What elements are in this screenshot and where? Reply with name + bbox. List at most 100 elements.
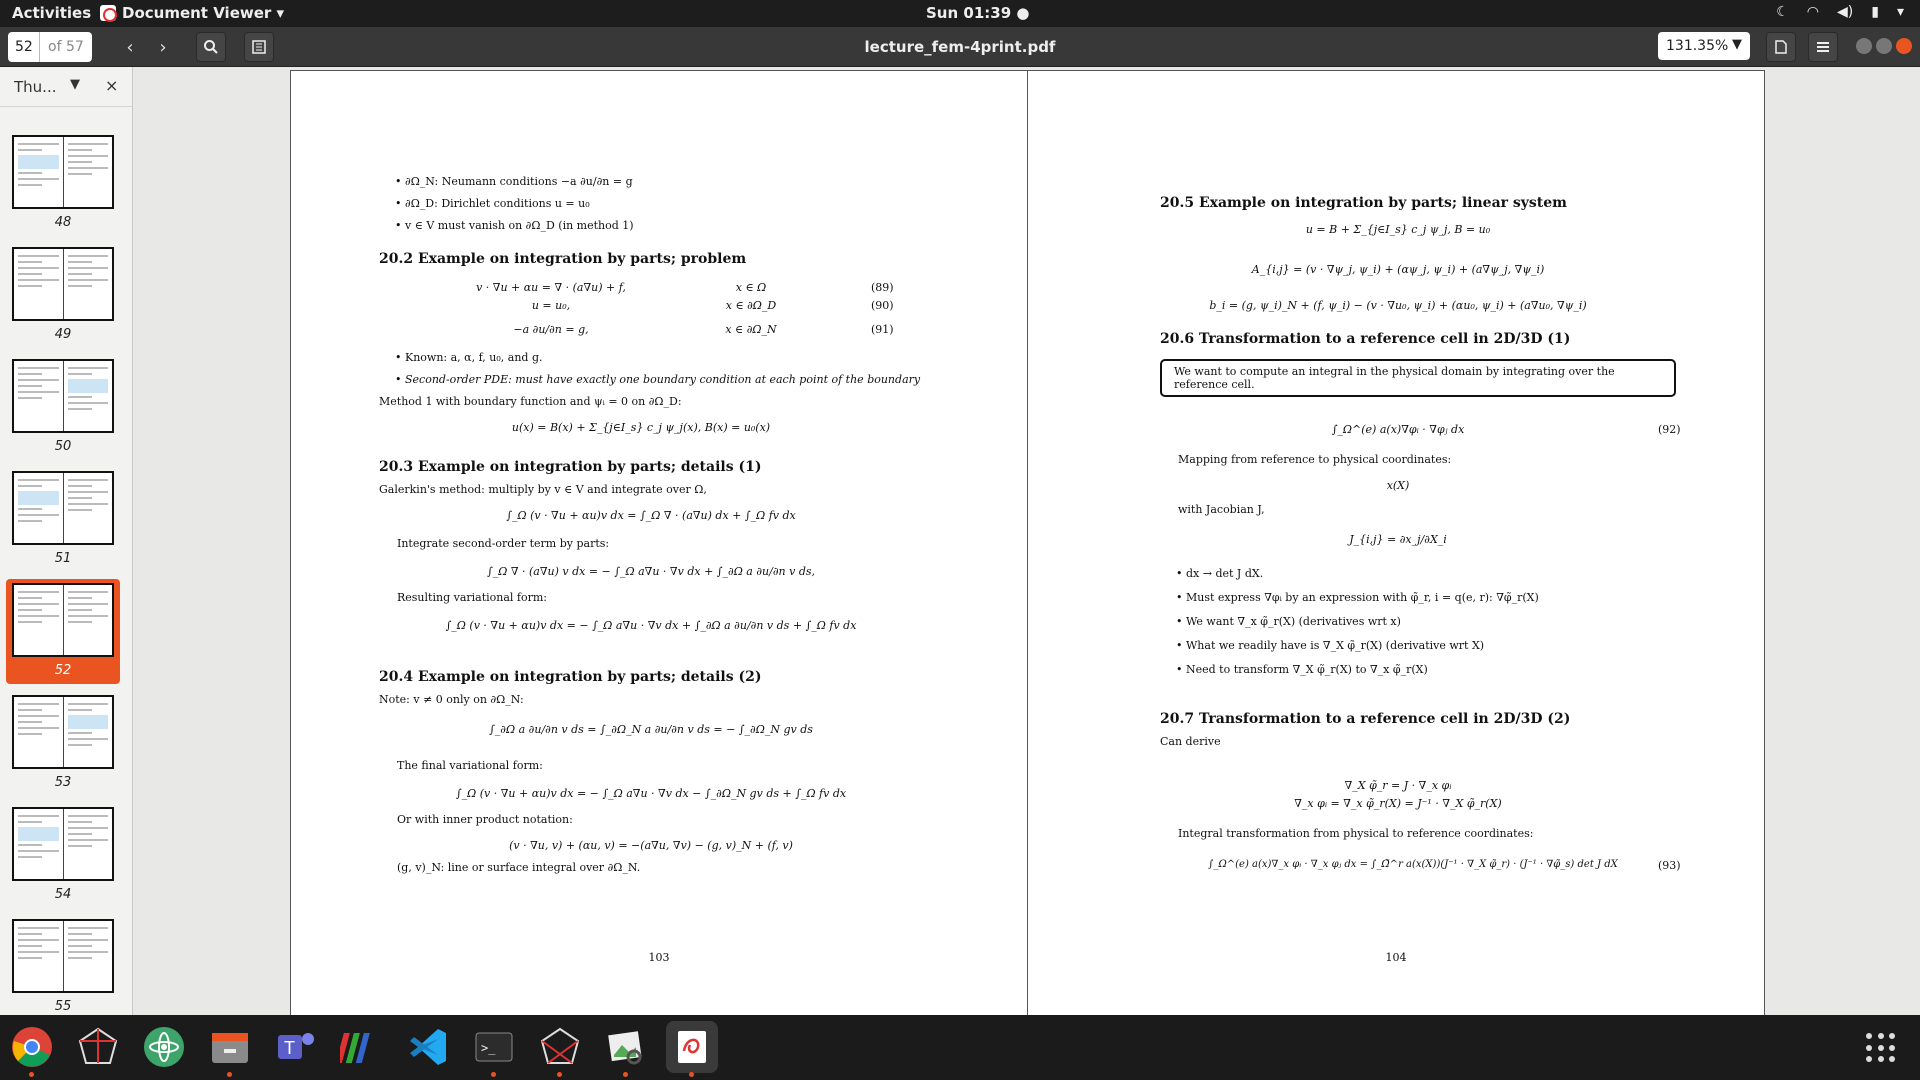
thumbnail-page-half [64,585,113,655]
thumbnail-page-52[interactable]: 52 [6,579,120,684]
sidebar-toggle-button[interactable] [244,32,274,62]
zoom-value: 131.35% [1666,38,1729,54]
sidebar-icon [252,40,266,54]
network-app-icon [78,1027,118,1064]
page-number-input[interactable]: 52 [8,32,40,62]
hamburger-menu-icon [1817,42,1829,52]
system-top-bar: Activities Document Viewer ▾ Sun 01:39 ●… [0,0,1920,27]
thumbnail-page-half [14,921,64,991]
menu-button[interactable] [1808,32,1838,62]
bullet-dx: dx → det J dX. [1176,567,1263,580]
variational-form-text: Resulting variational form: [397,591,548,604]
minimize-button[interactable] [1856,38,1872,54]
thumbnail-label: 54 [54,887,72,902]
inner-product-text: Or with inner product notation: [397,813,573,826]
equation-91-number: (91) [871,323,894,336]
running-indicator [623,1072,628,1077]
thumbnail-page-half [14,249,64,319]
pdf-page-103: ∂Ω_N: Neumann conditions −a ∂u/∂n = g ∂Ω… [290,70,1028,1015]
equation-93-number: (93) [1658,859,1681,872]
thumbnail-page-half [14,361,64,431]
thumbnail-page-55[interactable]: 55 [6,915,120,1015]
books-launcher[interactable] [336,1021,388,1073]
clock[interactable]: Sun 01:39 ● [926,4,1029,22]
thumbnail-sidebar: Thu... ▼ × 48 49 50 51 52 53 54 55 [0,67,133,1015]
running-indicator [29,1072,34,1077]
network-app-2-icon [540,1027,580,1064]
page-selector[interactable]: 52 of 57 [8,32,92,62]
atom-launcher[interactable] [138,1021,190,1073]
close-button[interactable] [1896,38,1912,54]
thumbnail-label: 49 [54,327,72,342]
equation-variational-form: ∫_Ω (v · ∇u + αu)v dx = − ∫_Ω a∇u · ∇v d… [445,619,857,632]
thumbnail-preview [12,471,114,545]
running-indicator [227,1072,232,1077]
app-menu[interactable]: Document Viewer ▾ [100,4,284,22]
image-viewer-launcher[interactable] [600,1021,652,1077]
thumbnail-label: 53 [54,775,72,790]
pdf-page-104: 20.5 Example on integration by parts; li… [1027,70,1765,1015]
bullet-we-want: We want ∇_x φ̃_r(X) (derivatives wrt x) [1176,615,1401,628]
thumbnail-page-48[interactable]: 48 [6,131,120,236]
equation-b-vector: b_i = (g, ψ_i)_N + (f, ψ_i) − (v · ∇u₀, … [1209,299,1587,312]
chrome-icon [12,1027,52,1067]
annotation-icon [1775,40,1787,54]
document-viewer-launcher[interactable] [666,1021,718,1077]
thumbnail-page-half [64,921,113,991]
equation-91-condition: x ∈ ∂Ω_N [725,323,777,336]
thumbnail-page-49[interactable]: 49 [6,243,120,348]
power-menu-icon: ▾ [1896,4,1904,20]
chevron-down-icon[interactable]: ▼ [70,77,80,92]
teams-launcher[interactable]: T [270,1021,322,1073]
thumbnail-preview [12,583,114,657]
integral-transform-text: Integral transformation from physical to… [1178,827,1534,840]
thumbnail-preview [12,247,114,321]
battery-icon: ▮ [1871,4,1879,20]
highlight-box: We want to compute an integral in the ph… [1160,359,1676,397]
activities-button[interactable]: Activities [12,4,91,22]
thumbnail-page-51[interactable]: 51 [6,467,120,572]
sidebar-header: Thu... ▼ × [0,67,132,107]
section-title-20-2: 20.2 Example on integration by parts; pr… [379,251,747,267]
chevron-left-icon: ‹ [126,36,134,58]
thumbnail-label: 48 [54,215,72,230]
thumbnail-page-half [64,137,113,207]
equation-89-number: (89) [871,281,894,294]
method-1-text: Method 1 with boundary function and ψᵢ =… [379,395,682,408]
equation-90-number: (90) [871,299,894,312]
thumbnail-page-50[interactable]: 50 [6,355,120,460]
thumbnail-page-53[interactable]: 53 [6,691,120,796]
final-form-text: The final variational form: [397,759,543,772]
thumbnail-page-half [14,473,64,543]
network-app-launcher[interactable] [72,1021,124,1073]
chrome-launcher[interactable] [6,1021,58,1077]
show-applications-button[interactable] [1866,1033,1896,1063]
files-launcher[interactable] [204,1021,256,1077]
mapping-text: Mapping from reference to physical coord… [1178,453,1452,466]
document-view[interactable]: ∂Ω_N: Neumann conditions −a ∂u/∂n = g ∂Ω… [134,67,1920,1015]
previous-page-button[interactable]: ‹ [115,32,145,62]
bullet-dirichlet: ∂Ω_D: Dirichlet conditions u = u₀ [395,197,590,210]
running-indicator [491,1072,496,1077]
thumbnail-page-54[interactable]: 54 [6,803,120,908]
vscode-launcher[interactable] [402,1021,454,1073]
network-app-2-launcher[interactable] [534,1021,586,1077]
search-button[interactable] [196,32,226,62]
section-title-20-3: 20.3 Example on integration by parts; de… [379,459,762,475]
system-tray[interactable]: ☾ ◠ ◀) ▮ ▾ [1776,4,1904,20]
equation-inner-product: (v · ∇u, v) + (αu, v) = −(a∇u, ∇v) − (g,… [509,839,793,852]
sidebar-mode-label[interactable]: Thu... [14,78,56,96]
terminal-launcher[interactable]: >_ [468,1021,520,1077]
section-title-20-7: 20.7 Transformation to a reference cell … [1160,711,1571,727]
close-icon[interactable]: × [105,76,118,95]
annotations-button[interactable] [1766,32,1796,62]
image-viewer-icon [608,1031,642,1065]
zoom-selector[interactable]: 131.35% ▼ [1658,32,1750,60]
next-page-button[interactable]: › [148,32,178,62]
equation-integration-by-parts: ∫_Ω ∇ · (a∇u) v dx = − ∫_Ω a∇u · ∇v dx +… [486,565,816,578]
section-title-20-6: 20.6 Transformation to a reference cell … [1160,331,1571,347]
thumbnail-label: 50 [54,439,72,454]
equation-91: −a ∂u/∂n = g, [513,323,589,336]
thumbnail-preview [12,807,114,881]
maximize-button[interactable] [1876,38,1892,54]
